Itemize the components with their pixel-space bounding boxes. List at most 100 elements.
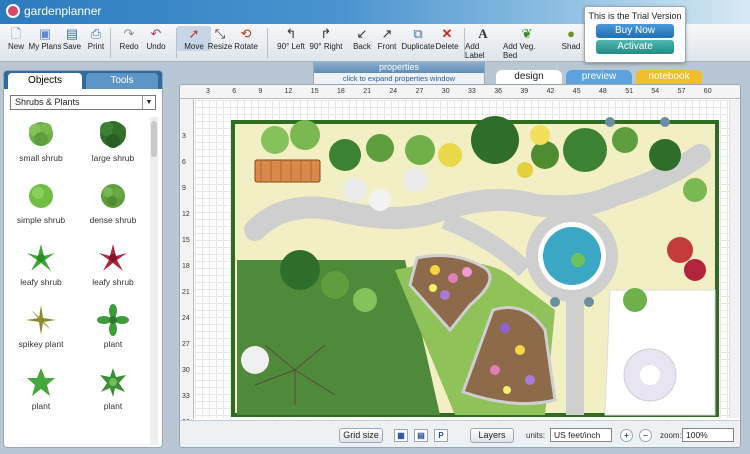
object-plant-star[interactable]: plant [8, 365, 74, 423]
object-plant[interactable]: plant [80, 303, 146, 361]
leafy-shrub-red-icon [99, 244, 127, 271]
category-value: Shrubs & Plants [15, 97, 80, 107]
buy-now-button[interactable]: Buy Now [596, 24, 674, 38]
rotate-icon: ⟲ [240, 26, 252, 41]
canvas-scrollbar[interactable] [729, 100, 740, 418]
ruler-tick-label: 27 [182, 341, 190, 348]
ruler-toggle-icon[interactable]: ▤ [414, 429, 428, 442]
selection-handle [605, 117, 615, 127]
tab-preview[interactable]: preview [566, 70, 632, 84]
properties-panel[interactable]: properties click to expand properties wi… [313, 62, 485, 86]
object-leafy-shrub-red[interactable]: leafy shrub [80, 241, 146, 299]
tab-notebook[interactable]: notebook [636, 70, 702, 84]
simple-shrub-icon [29, 184, 53, 208]
tab-design[interactable]: design [496, 70, 562, 84]
ruler-tick-label: 51 [625, 88, 633, 95]
rotate-button[interactable]: ⟲ Rotate [229, 26, 263, 51]
ruler-tick-label: 30 [441, 88, 450, 95]
chevron-down-icon[interactable]: ▼ [142, 96, 155, 109]
ruler-tick-label: 21 [182, 289, 190, 296]
activate-button[interactable]: Activate [596, 40, 674, 54]
panel-tabs: Objects Tools [4, 71, 162, 89]
scrollbar-thumb[interactable] [151, 121, 157, 157]
selection-handle [584, 297, 594, 307]
object-large-shrub[interactable]: large shrub [80, 117, 146, 175]
selection-handle [550, 297, 560, 307]
ruler-tick-label: 6 [182, 159, 186, 166]
ruler-tick-label: 39 [520, 88, 529, 95]
ruler-tick-label: 6 [232, 88, 237, 95]
move-cursor-icon: ➚ [188, 26, 200, 41]
add-veg-bed-button[interactable]: ❦ Add Veg. Bed [503, 26, 551, 60]
print-button[interactable]: ⎙ Print [79, 26, 113, 51]
app-name: gardenplanner [24, 4, 102, 18]
ruler-tick-label: 54 [651, 88, 660, 95]
ruler-tick-label: 15 [310, 88, 319, 95]
delete-button[interactable]: ✕ Delete [430, 26, 464, 51]
grid-size-button[interactable]: Grid size [339, 428, 383, 443]
zoom-in-icon[interactable]: + [620, 429, 633, 442]
units-label: units: [526, 431, 546, 440]
ruler-tick-label: 30 [182, 367, 190, 374]
new-file-icon: 🗋 [10, 26, 22, 41]
add-label-button[interactable]: A Add Label [465, 26, 501, 60]
undo-button[interactable]: ↶ Undo [139, 26, 173, 51]
trial-version-box: This is the Trial Version Buy Now Activa… [584, 6, 686, 63]
ruler-tick-label: 3 [206, 88, 210, 95]
delete-icon: ✕ [441, 26, 453, 41]
zoom-select[interactable]: 100% [682, 428, 734, 442]
print-preview-icon[interactable]: P [434, 429, 448, 442]
units-value: US feet/inch [554, 430, 601, 440]
large-shrub-icon [100, 121, 126, 148]
garden-canvas[interactable] [195, 100, 729, 418]
zoom-label: zoom: [660, 431, 682, 440]
toolbar-separator [267, 28, 268, 58]
folder-icon: ▣ [38, 26, 52, 41]
plant-star-icon [27, 368, 55, 396]
object-dense-shrub[interactable]: dense shrub [80, 179, 146, 237]
print-icon: ⎙ [90, 26, 102, 41]
redo-icon: ↷ [123, 26, 135, 41]
ruler-tick-label: 48 [599, 88, 607, 95]
rotate-90-right-button[interactable]: ↱ 90° Right [306, 26, 346, 51]
spikey-plant-icon [26, 305, 56, 335]
ruler-tick-label: 15 [182, 237, 190, 244]
shadows-button[interactable]: ● Shad [556, 26, 586, 51]
trial-message: This is the Trial Version [588, 11, 682, 21]
zoom-out-icon[interactable]: − [639, 429, 652, 442]
rotate-right-icon: ↱ [320, 26, 332, 41]
category-select[interactable]: Shrubs & Plants ▼ [10, 95, 156, 110]
layers-button[interactable]: Layers [470, 428, 514, 443]
objects-scrollbar[interactable] [150, 117, 158, 445]
ruler-tick-label: 21 [363, 88, 371, 95]
tab-objects[interactable]: Objects [8, 73, 82, 89]
object-small-shrub[interactable]: small shrub [8, 117, 74, 175]
selection-handle [660, 117, 670, 127]
grid-toggle-icon[interactable]: ▦ [394, 429, 408, 442]
ruler-tick-label: 18 [337, 88, 345, 95]
shadow-icon: ● [567, 26, 575, 41]
zoom-value: 100% [686, 430, 708, 440]
ruler-tick-label: 57 [677, 88, 686, 95]
garden-planner-app: gardenplanner 🗋 New ▣ My Plans ▤ Save ⎙ Prin… [0, 0, 750, 454]
object-spikey-plant[interactable]: spikey plant [8, 303, 74, 361]
object-plant-round[interactable]: plant [80, 365, 146, 423]
rotate-90-left-button[interactable]: ↰ 90° Left [272, 26, 310, 51]
ruler-tick-label: 60 [703, 88, 712, 95]
toolbar-separator [110, 28, 111, 58]
veg-bed-icon: ❦ [521, 26, 533, 41]
add-label-icon: A [478, 26, 488, 41]
object-simple-shrub[interactable]: simple shrub [8, 179, 74, 237]
ruler-top: 3 6 9 12 15 18 21 24 27 30 33 36 39 42 45 48 51 54 57 60 [180, 85, 740, 99]
tab-tools[interactable]: Tools [86, 73, 158, 89]
object-leafy-shrub[interactable]: leafy shrub [8, 241, 74, 299]
ruler-tick-label: 24 [389, 88, 398, 95]
garden-bench [254, 159, 321, 183]
ruler-tick-label: 45 [572, 88, 581, 95]
pond [543, 227, 601, 285]
ruler-tick-label: 33 [182, 393, 190, 400]
units-select[interactable]: US feet/inch [550, 428, 612, 442]
objects-panel: Objects Tools Shrubs & Plants ▼ small sh… [3, 70, 163, 448]
ruler-tick-label: 3 [182, 133, 186, 140]
plant-icon [97, 304, 129, 336]
